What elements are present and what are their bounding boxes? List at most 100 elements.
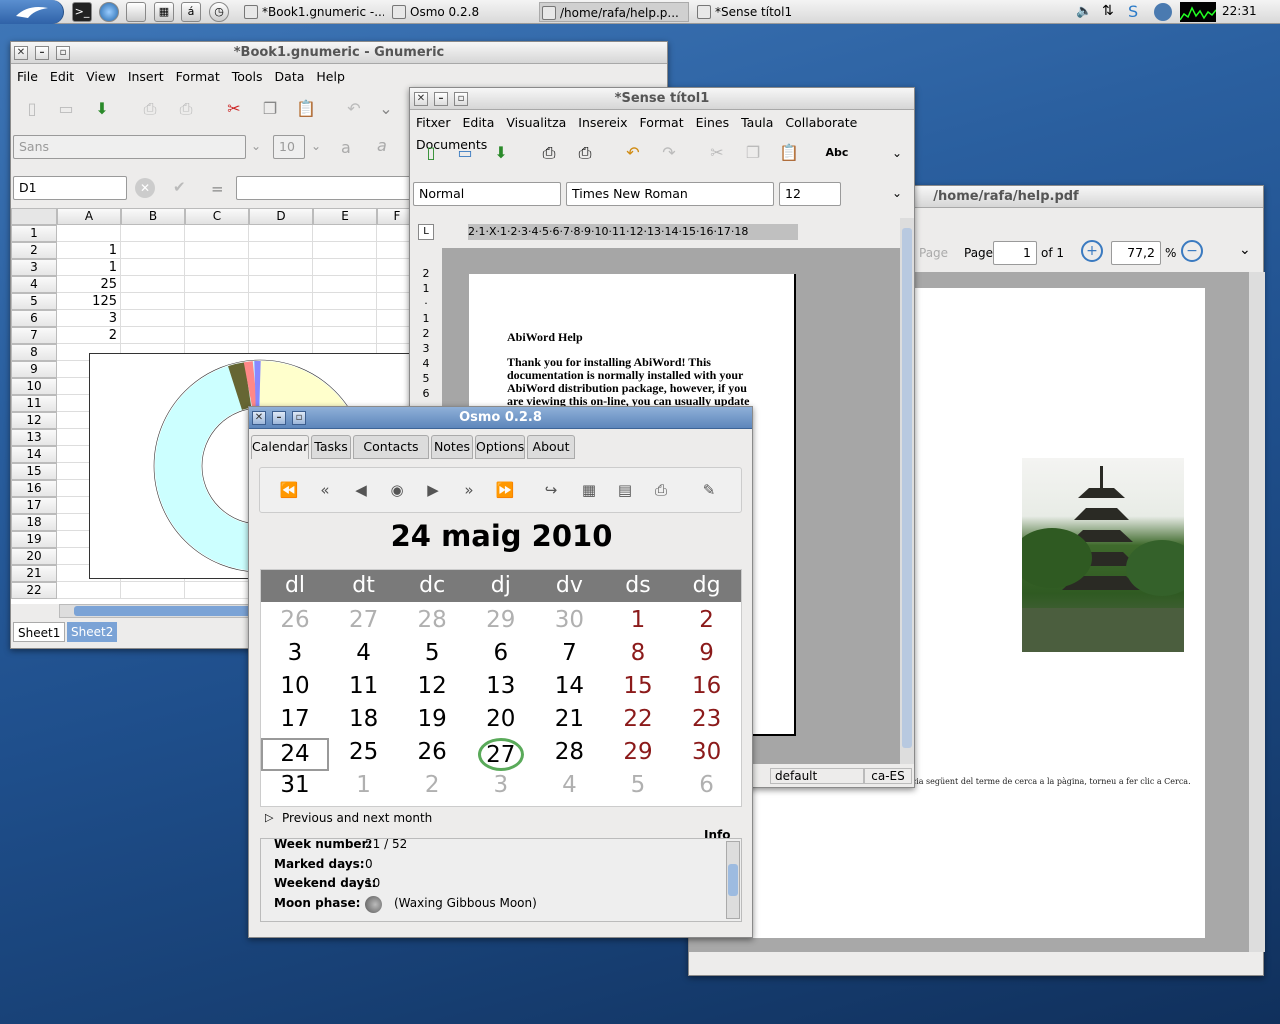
notes-icon[interactable]: ✎ bbox=[696, 477, 722, 503]
print-icon[interactable]: ⎙ bbox=[648, 477, 674, 503]
table-cell[interactable] bbox=[185, 259, 249, 276]
menu-format[interactable]: Format bbox=[170, 66, 226, 88]
calendar-day[interactable]: 29 bbox=[467, 606, 535, 639]
save-icon[interactable]: ⬇ bbox=[89, 96, 115, 122]
minimize-icon[interactable]: – bbox=[434, 92, 448, 106]
copy-icon[interactable]: ❐ bbox=[257, 96, 283, 122]
task-pdf[interactable]: /home/rafa/help.p... bbox=[539, 2, 689, 22]
pdf-vscroll[interactable] bbox=[1249, 272, 1265, 952]
calendar-day[interactable]: 15 bbox=[604, 672, 672, 705]
maximize-icon[interactable]: ▫ bbox=[454, 92, 468, 106]
calendar-day[interactable]: 26 bbox=[261, 606, 329, 639]
next-month-icon[interactable]: » bbox=[456, 477, 482, 503]
clock[interactable]: 22:31 bbox=[1222, 4, 1257, 18]
column-header[interactable]: F bbox=[377, 208, 411, 225]
vertical-ruler[interactable]: 2 1 · 1 2 3 4 5 6 bbox=[418, 266, 434, 406]
sheet-tab-2[interactable]: Sheet2 bbox=[67, 622, 118, 642]
calendar-day[interactable]: 16 bbox=[673, 672, 741, 705]
network-icon[interactable]: ⇅ bbox=[1102, 3, 1114, 19]
row-header[interactable]: 1 bbox=[11, 225, 57, 242]
print-preview-icon[interactable]: ⎙ bbox=[173, 96, 199, 122]
cell-value[interactable]: 125 bbox=[57, 293, 117, 310]
calendar-grid[interactable]: dl dt dc dj dv ds dg 26 27 28 29 30 1 2 3 4 5 6 7 8 9 10 11 12… bbox=[260, 569, 742, 807]
user-icon[interactable] bbox=[1154, 3, 1172, 21]
table-cell[interactable] bbox=[185, 276, 249, 293]
start-menu-button[interactable] bbox=[0, 0, 64, 24]
menu-visualitza[interactable]: Visualitza bbox=[500, 112, 572, 134]
calendar-day[interactable]: 24 bbox=[261, 738, 329, 771]
menu-taula[interactable]: Taula bbox=[735, 112, 779, 134]
chevron-down-icon[interactable]: ⌄ bbox=[892, 146, 902, 160]
save-icon[interactable]: ⬇ bbox=[488, 140, 514, 166]
table-cell[interactable] bbox=[249, 259, 313, 276]
calendar-day[interactable]: 1 bbox=[330, 771, 398, 804]
row-header[interactable]: 17 bbox=[11, 497, 57, 514]
calendar-day[interactable]: 21 bbox=[535, 705, 603, 738]
table-cell[interactable] bbox=[185, 225, 249, 242]
menu-fitxer[interactable]: Fitxer bbox=[410, 112, 457, 134]
print-preview-icon[interactable]: ⎙ bbox=[572, 140, 598, 166]
menu-format[interactable]: Format bbox=[634, 112, 690, 134]
bold-icon[interactable]: a bbox=[341, 138, 351, 157]
terminal-icon[interactable]: >_ bbox=[72, 2, 92, 22]
row-header[interactable]: 11 bbox=[11, 395, 57, 412]
abiword-vscroll[interactable] bbox=[900, 218, 914, 764]
page-number-input[interactable]: 1 bbox=[993, 241, 1037, 265]
table-cell[interactable] bbox=[121, 276, 185, 293]
tab-calendar[interactable]: Calendar bbox=[251, 435, 309, 459]
table-cell[interactable] bbox=[121, 310, 185, 327]
tab-contacts[interactable]: Contacts bbox=[353, 435, 429, 459]
column-header[interactable]: D bbox=[249, 208, 313, 225]
style-select[interactable]: Normal bbox=[413, 182, 561, 206]
next-year-icon[interactable]: ⏩ bbox=[492, 477, 518, 503]
calendar-day[interactable]: 28 bbox=[535, 738, 603, 771]
table-cell[interactable] bbox=[249, 276, 313, 293]
minimize-icon[interactable]: – bbox=[272, 411, 286, 425]
calendar-day[interactable]: 7 bbox=[535, 639, 603, 672]
menu-file[interactable]: File bbox=[11, 66, 44, 88]
calendar-day[interactable]: 14 bbox=[535, 672, 603, 705]
prev-year-icon[interactable]: ⏪ bbox=[276, 477, 302, 503]
jump-icon[interactable]: ↪ bbox=[538, 477, 564, 503]
cell-value[interactable] bbox=[57, 225, 117, 242]
copy-icon[interactable]: ❐ bbox=[740, 140, 766, 166]
cell-reference-field[interactable]: D1 bbox=[13, 176, 127, 200]
calendar-day[interactable]: 17 bbox=[261, 705, 329, 738]
menu-tools[interactable]: Tools bbox=[226, 66, 269, 88]
column-header[interactable]: E bbox=[313, 208, 377, 225]
table-cell[interactable] bbox=[249, 310, 313, 327]
table-cell[interactable] bbox=[313, 225, 377, 242]
tab-stop-icon[interactable]: L bbox=[418, 224, 434, 240]
table-cell[interactable] bbox=[185, 242, 249, 259]
calendar-day[interactable]: 27 bbox=[477, 738, 524, 771]
calendar-day[interactable]: 19 bbox=[398, 705, 466, 738]
row-header[interactable]: 3 bbox=[11, 259, 57, 276]
calendar-day[interactable]: 27 bbox=[330, 606, 398, 639]
calendar-day[interactable]: 10 bbox=[261, 672, 329, 705]
cut-icon[interactable]: ✂ bbox=[704, 140, 730, 166]
tab-tasks[interactable]: Tasks bbox=[311, 435, 351, 459]
table-cell[interactable] bbox=[313, 293, 377, 310]
maximize-icon[interactable]: ▫ bbox=[56, 46, 70, 60]
browser-icon[interactable] bbox=[99, 2, 119, 22]
table-cell[interactable] bbox=[121, 242, 185, 259]
table-cell[interactable] bbox=[121, 259, 185, 276]
row-header[interactable]: 20 bbox=[11, 548, 57, 565]
calendar-day[interactable]: 1 bbox=[604, 606, 672, 639]
undo-icon[interactable]: ↶ bbox=[341, 96, 367, 122]
table-cell[interactable] bbox=[249, 242, 313, 259]
column-header[interactable]: B bbox=[121, 208, 185, 225]
menu-view[interactable]: View bbox=[80, 66, 122, 88]
table-cell[interactable] bbox=[249, 327, 313, 344]
menu-help[interactable]: Help bbox=[310, 66, 351, 88]
menu-edita[interactable]: Edita bbox=[457, 112, 501, 134]
task-abiword[interactable]: *Sense títol1 bbox=[695, 2, 837, 22]
calendar-day[interactable]: 29 bbox=[604, 738, 672, 771]
calendar-day[interactable]: 22 bbox=[604, 705, 672, 738]
info-scrollbar[interactable] bbox=[726, 841, 740, 919]
table-cell[interactable] bbox=[185, 582, 249, 599]
menu-edit[interactable]: Edit bbox=[44, 66, 80, 88]
sheet-tab-1[interactable]: Sheet1 bbox=[13, 622, 66, 642]
paste-icon[interactable]: 📋 bbox=[776, 140, 802, 166]
calendar-day[interactable]: 31 bbox=[261, 771, 329, 804]
